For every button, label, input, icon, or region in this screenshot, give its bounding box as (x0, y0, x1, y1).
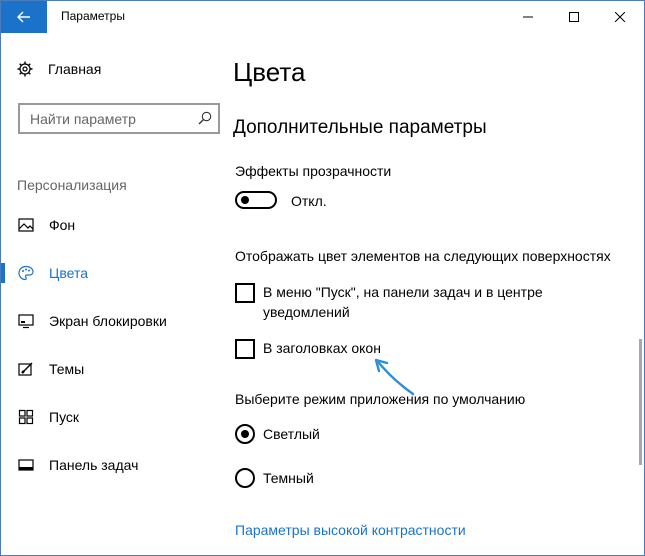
home-label: Главная (48, 61, 102, 77)
radio-light-label: Светлый (263, 426, 320, 442)
sidebar-item-taskbar[interactable]: Панель задач (1, 445, 229, 485)
sidebar-item-label: Панель задач (49, 457, 139, 473)
home-link[interactable]: Главная (17, 61, 101, 77)
gear-icon (17, 61, 33, 77)
back-arrow-icon (17, 11, 30, 23)
picture-icon (18, 218, 34, 232)
high-contrast-link[interactable]: Параметры высокой контрастности (235, 522, 466, 538)
window-title: Параметры (61, 9, 125, 23)
maximize-icon (569, 12, 579, 22)
themes-icon (18, 362, 33, 376)
checkbox-start-taskbar-label-line1: В меню "Пуск", на панели задач и в центр… (263, 284, 543, 300)
palette-icon (18, 265, 34, 281)
sidebar-item-lock-screen[interactable]: Экран блокировки (1, 301, 229, 341)
page-title: Цвета (233, 57, 306, 87)
start-icon (18, 409, 34, 425)
sidebar-item-background[interactable]: Фон (1, 205, 229, 245)
checkbox-start-taskbar-label-line2: уведомлений (263, 304, 350, 320)
sidebar-item-label: Темы (49, 361, 85, 377)
minimize-icon (523, 16, 533, 18)
section-heading: Персонализация (17, 177, 127, 193)
toggle-knob (241, 196, 249, 204)
title-bar: Параметры (1, 1, 644, 33)
back-button[interactable] (1, 1, 47, 33)
transparency-state: Откл. (291, 193, 327, 209)
sidebar-item-label: Пуск (49, 409, 80, 425)
radio-dark[interactable] (235, 468, 255, 488)
transparency-label: Эффекты прозрачности (235, 163, 392, 179)
surfaces-label: Отображать цвет элементов на следующих п… (235, 248, 611, 264)
checkbox-start-taskbar[interactable] (235, 283, 255, 303)
transparency-toggle[interactable] (235, 191, 277, 209)
sidebar-item-colors[interactable]: Цвета (1, 253, 229, 293)
section-title: Дополнительные параметры (233, 117, 487, 138)
scrollbar[interactable] (639, 339, 642, 465)
lock-screen-icon (18, 314, 34, 329)
sidebar-item-label: Цвета (49, 265, 88, 281)
active-indicator (1, 263, 5, 283)
settings-window: Параметры Главная Найти параметр Персона… (0, 0, 645, 556)
search-box[interactable] (18, 103, 220, 134)
checkbox-title-bars[interactable] (235, 339, 255, 359)
sidebar-item-label: Фон (49, 217, 76, 233)
search-icon[interactable] (198, 111, 212, 125)
radio-light[interactable] (235, 424, 255, 444)
annotation-arrow-icon (374, 358, 415, 396)
sidebar-item-label: Экран блокировки (49, 313, 167, 329)
sidebar-item-start[interactable]: Пуск (1, 397, 229, 437)
search-input[interactable] (30, 109, 190, 129)
taskbar-icon (18, 459, 34, 471)
minimize-button[interactable] (505, 1, 551, 33)
close-icon (615, 12, 625, 22)
maximize-button[interactable] (551, 1, 597, 33)
main-content: Цвета Дополнительные параметры Эффекты п… (233, 33, 633, 555)
close-button[interactable] (597, 1, 643, 33)
sidebar: Главная Персонализация Фон (1, 33, 229, 555)
checkbox-title-bars-label: В заголовках окон (263, 340, 381, 356)
sidebar-item-themes[interactable]: Темы (1, 349, 229, 389)
radio-selected-dot (241, 430, 249, 438)
radio-dark-label: Темный (263, 470, 314, 486)
